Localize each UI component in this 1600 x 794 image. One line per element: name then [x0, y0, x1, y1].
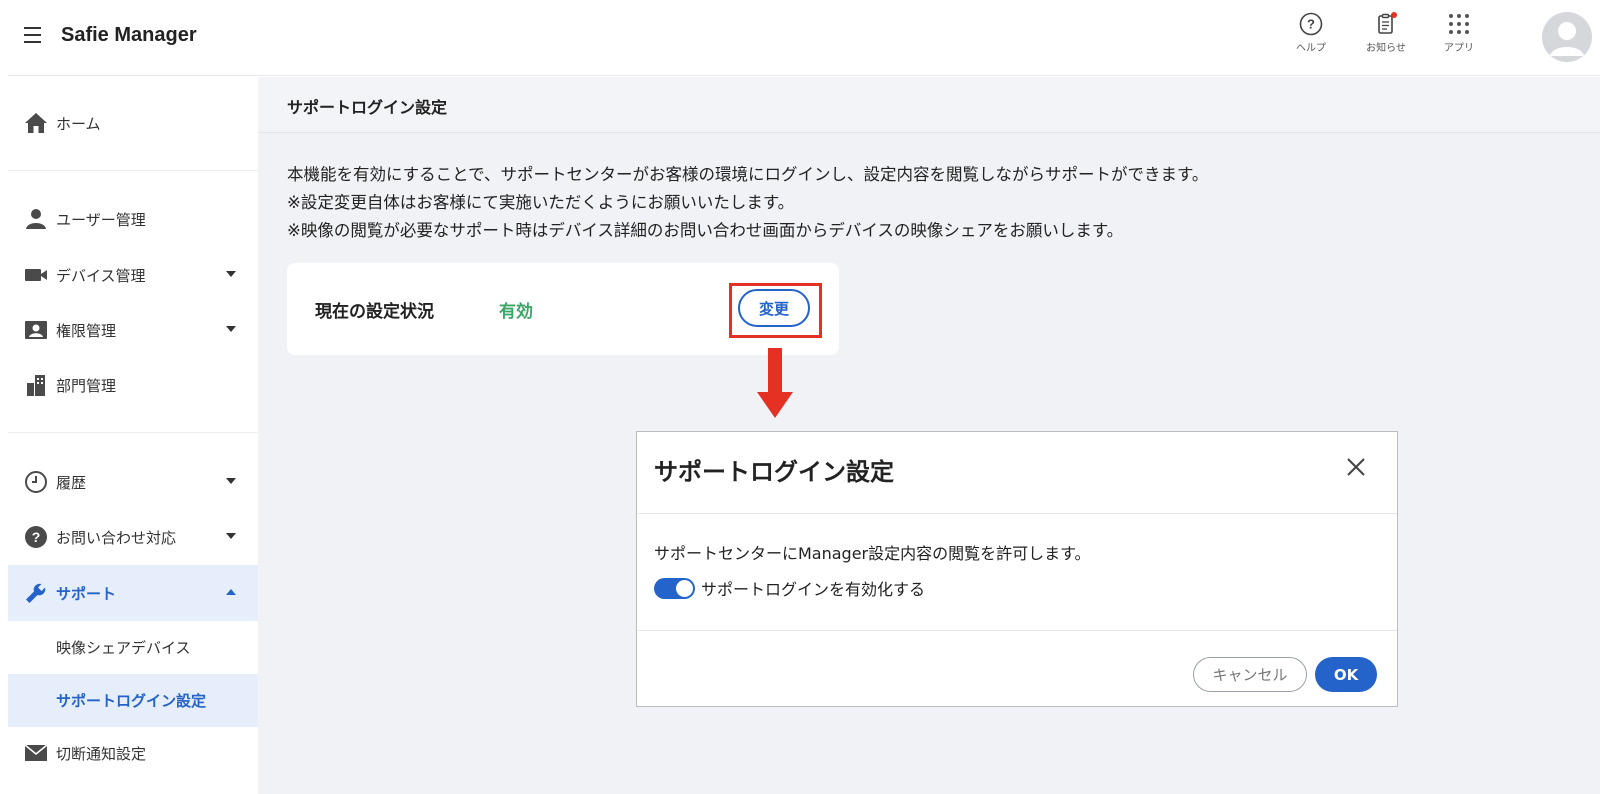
toggle-knob: [676, 579, 693, 597]
toggle-label: サポートログインを有効化する: [701, 580, 926, 599]
ok-button[interactable]: OK: [1315, 657, 1377, 692]
help-label: ヘルプ: [1296, 43, 1326, 54]
cancel-button[interactable]: キャンセル: [1193, 657, 1307, 692]
dialog-title: サポートログイン設定: [654, 458, 894, 486]
svg-text:?: ?: [1307, 17, 1315, 32]
support-login-toggle[interactable]: [654, 577, 695, 599]
description-line: ※映像の閲覧が必要なサポート時はデバイス詳細のお問い合わせ画面からデバイスの映像…: [287, 221, 1124, 240]
close-icon[interactable]: [1343, 454, 1369, 480]
dialog-body: サポートセンターにManager設定内容の閲覧を許可します。 サポートログインを…: [637, 515, 1397, 631]
svg-text:?: ?: [32, 529, 41, 545]
menu-icon[interactable]: [24, 27, 41, 43]
dialog-header: サポートログイン設定: [637, 432, 1397, 514]
toggle-row: サポートログインを有効化する: [654, 576, 925, 600]
user-avatar-icon: [1550, 22, 1584, 56]
top-header: Safie Manager ? ヘルプ お知らせ アプリ: [8, 0, 1600, 76]
apps-label: アプリ: [1444, 43, 1474, 54]
sidebar-item-devices[interactable]: デバイス管理: [8, 247, 258, 303]
mail-icon: [24, 741, 48, 765]
wrench-icon: [24, 581, 48, 605]
grid-icon: [1449, 14, 1469, 34]
clock-icon: [24, 470, 48, 494]
sidebar-subitem-video-share[interactable]: 映像シェアデバイス: [8, 621, 258, 674]
sidebar-item-label: 切断通知設定: [56, 744, 147, 763]
sidebar-item-label: 部門管理: [56, 376, 117, 395]
sidebar-divider: [8, 432, 258, 433]
brand-name[interactable]: Safie Manager: [61, 24, 197, 47]
sidebar-item-label: ホーム: [56, 114, 101, 133]
id-card-icon: [24, 318, 48, 342]
status-value: 有効: [499, 302, 533, 322]
sidebar-item-label: 権限管理: [56, 321, 117, 340]
avatar[interactable]: [1542, 12, 1592, 62]
page-title: サポートログイン設定: [287, 98, 448, 117]
user-icon: [24, 207, 48, 231]
sidebar-item-label: 履歴: [56, 473, 87, 492]
help-icon: ?: [1299, 12, 1323, 36]
unread-dot-icon: [1391, 12, 1397, 18]
sidebar-item-support[interactable]: サポート: [8, 565, 258, 621]
status-label: 現在の設定状況: [315, 302, 434, 322]
highlight-box: [729, 283, 822, 338]
sidebar-item-label: お問い合わせ対応: [56, 528, 177, 547]
arrow-down-icon: [757, 348, 793, 418]
sidebar-item-users[interactable]: ユーザー管理: [8, 191, 258, 247]
building-icon: [24, 373, 48, 397]
sidebar-item-departments[interactable]: 部門管理: [8, 357, 258, 413]
sidebar-item-inquiry[interactable]: ? お問い合わせ対応: [8, 509, 258, 565]
chevron-down-icon: [226, 533, 236, 539]
chevron-down-icon: [226, 478, 236, 484]
description-line: ※設定変更自体はお客様にて実施いただくようにお願いいたします。: [287, 193, 795, 212]
help-button[interactable]: ? ヘルプ: [1281, 12, 1341, 54]
description: 本機能を有効にすることで、サポートセンターがお客様の環境にログインし、設定内容を…: [287, 161, 1208, 245]
clipboard-icon: [1378, 12, 1397, 34]
sidebar-item-disconnect-notice[interactable]: 切断通知設定: [8, 727, 258, 779]
chevron-down-icon: [226, 271, 236, 277]
video-camera-icon: [24, 263, 48, 287]
page-title-bar: サポートログイン設定: [258, 77, 1600, 133]
notices-label: お知らせ: [1366, 43, 1406, 54]
description-line: 本機能を有効にすることで、サポートセンターがお客様の環境にログインし、設定内容を…: [287, 165, 1209, 184]
chevron-up-icon: [226, 589, 236, 595]
chevron-down-icon: [226, 326, 236, 332]
sidebar-subitem-label: 映像シェアデバイス: [56, 639, 191, 657]
sidebar-item-label: デバイス管理: [56, 266, 146, 285]
sidebar-item-history[interactable]: 履歴: [8, 454, 258, 510]
support-login-dialog: サポートログイン設定 サポートセンターにManager設定内容の閲覧を許可します…: [636, 431, 1398, 707]
sidebar-item-permissions[interactable]: 権限管理: [8, 302, 258, 358]
sidebar-item-label: ユーザー管理: [56, 210, 146, 229]
sidebar-item-label: サポート: [56, 584, 117, 603]
sidebar-subitem-label: サポートログイン設定: [56, 692, 207, 710]
sidebar-item-home[interactable]: ホーム: [8, 95, 258, 151]
apps-button[interactable]: アプリ: [1429, 12, 1489, 54]
home-icon: [24, 111, 48, 135]
notices-button[interactable]: お知らせ: [1356, 12, 1416, 54]
sidebar-subitem-support-login[interactable]: サポートログイン設定: [8, 674, 258, 727]
sidebar-divider: [8, 170, 258, 171]
dialog-text: サポートセンターにManager設定内容の閲覧を許可します。: [654, 544, 1091, 563]
sidebar: ホーム ユーザー管理 デバイス管理 権限管理 部門管理 履歴 ? お問い合わせ対…: [8, 77, 258, 794]
question-circle-icon: ?: [24, 525, 48, 549]
